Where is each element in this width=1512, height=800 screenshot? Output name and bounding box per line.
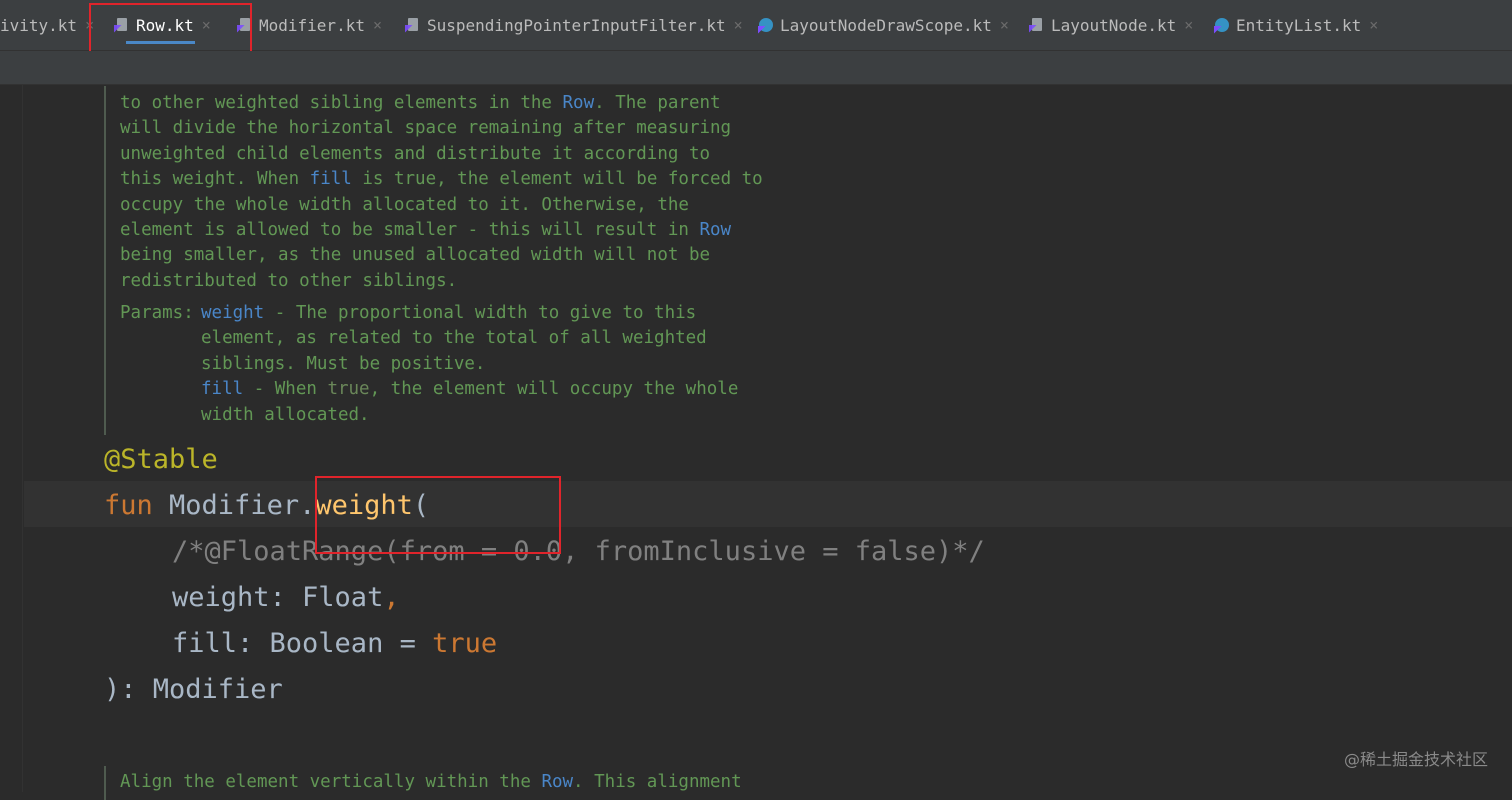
- gutter-divider: [22, 85, 23, 792]
- close-icon[interactable]: ×: [202, 16, 211, 34]
- kotlin-file-icon: [405, 17, 421, 34]
- param-name-fill[interactable]: fill: [201, 379, 243, 399]
- tab-entitylist-kt[interactable]: EntityList.kt ×: [1214, 0, 1378, 50]
- doc-text: Align the element vertically within the: [120, 772, 542, 792]
- receiver-type: Modifier.: [152, 490, 316, 521]
- close-icon[interactable]: ×: [1000, 16, 1009, 34]
- close-icon[interactable]: ×: [85, 16, 94, 34]
- comma: ,: [383, 582, 400, 613]
- block-comment: /*@FloatRange(from = 0.0, fromInclusive …: [172, 536, 985, 567]
- close-icon[interactable]: ×: [1369, 16, 1378, 34]
- doc-text: . The parent: [594, 93, 721, 113]
- code-line-fun-signature[interactable]: fun Modifier.weight(: [104, 483, 429, 529]
- doc-link-row[interactable]: Row: [699, 220, 731, 240]
- doc-text: - The proportional width to give to this: [264, 303, 697, 323]
- doc-link-fill[interactable]: fill: [310, 169, 352, 189]
- tab-label: LayoutNode.kt: [1051, 15, 1177, 35]
- kdoc-align: Align the element vertically within the …: [104, 766, 840, 800]
- doc-text: redistributed to other siblings.: [120, 270, 458, 291]
- return-type: ): Modifier: [104, 674, 283, 705]
- tab-label: Row.kt: [136, 15, 194, 35]
- kotlin-file-icon: [237, 17, 253, 34]
- tab-suspendingpointerinputfilter-kt[interactable]: SuspendingPointerInputFilter.kt ×: [405, 0, 743, 50]
- code-line-annotation[interactable]: @Stable: [104, 437, 218, 483]
- tab-layoutnode-kt[interactable]: LayoutNode.kt ×: [1029, 0, 1193, 50]
- kotlin-class-icon: [1214, 17, 1230, 34]
- tab-ivity-kt[interactable]: ivity.kt ×: [0, 0, 94, 50]
- doc-text: being smaller, as the unused allocated w…: [120, 245, 711, 266]
- param-fill-decl: fill: Boolean =: [172, 628, 433, 659]
- doc-text: occupy the whole width allocated to it. …: [120, 194, 689, 215]
- tab-row-kt[interactable]: Row.kt ×: [114, 0, 211, 50]
- function-name-weight[interactable]: weight: [315, 490, 413, 521]
- kotlin-file-icon: [1029, 17, 1045, 34]
- params-label: Params:: [120, 303, 194, 323]
- doc-text: . This alignment: [573, 772, 742, 792]
- doc-text: siblings. Must be positive.: [201, 353, 486, 374]
- keyword-fun: fun: [104, 490, 153, 521]
- doc-link-row[interactable]: Row: [563, 93, 595, 113]
- tab-label: ivity.kt: [0, 15, 78, 35]
- doc-text: , the element will occupy the whole: [369, 379, 739, 400]
- navigation-strip: [0, 51, 1512, 85]
- param-name-weight[interactable]: weight: [201, 303, 264, 323]
- tab-label: SuspendingPointerInputFilter.kt: [427, 15, 726, 35]
- close-icon[interactable]: ×: [1184, 16, 1193, 34]
- tab-modifier-kt[interactable]: Modifier.kt ×: [237, 0, 382, 50]
- doc-text: will divide the horizontal space remaini…: [120, 118, 732, 139]
- code-line-param-fill[interactable]: fill: Boolean = true: [172, 621, 497, 667]
- keyword-true: true: [432, 628, 498, 659]
- kdoc-params: Params: weight - The proportional width …: [120, 301, 738, 425]
- doc-text: this weight. When: [120, 169, 310, 190]
- param-weight-decl: weight: Float: [172, 582, 384, 613]
- editor-tab-bar: ivity.kt × Row.kt × Modifier.kt × Suspen…: [0, 0, 1512, 51]
- code-line-param-weight[interactable]: weight: Float,: [172, 575, 400, 621]
- tab-label: LayoutNodeDrawScope.kt: [780, 15, 992, 35]
- kotlin-class-icon: [758, 17, 774, 34]
- code-line-comment[interactable]: /*@FloatRange(from = 0.0, fromInclusive …: [172, 529, 985, 575]
- annotation-stable: @Stable: [104, 444, 218, 475]
- doc-text: is true, the element will be forced to: [351, 169, 763, 190]
- tab-layoutnodedrawscope-kt[interactable]: LayoutNodeDrawScope.kt ×: [758, 0, 1009, 50]
- doc-text: element is allowed to be smaller - this …: [120, 220, 700, 241]
- close-icon[interactable]: ×: [734, 16, 743, 34]
- doc-text: unweighted child elements and distribute…: [120, 143, 711, 164]
- doc-text: to other weighted sibling elements in th…: [120, 93, 563, 113]
- tab-label: EntityList.kt: [1236, 15, 1362, 35]
- doc-code: true: [327, 379, 370, 400]
- doc-text: width allocated.: [201, 404, 370, 425]
- tab-label: Modifier.kt: [259, 15, 365, 35]
- close-icon[interactable]: ×: [373, 16, 382, 34]
- doc-link-row[interactable]: Row: [541, 772, 573, 792]
- watermark: @稀土掘金技术社区: [1343, 750, 1488, 769]
- kotlin-file-icon: [114, 17, 130, 34]
- open-paren: (: [412, 490, 430, 521]
- code-line-return-type[interactable]: ): Modifier: [104, 667, 283, 713]
- doc-text: - When: [243, 379, 328, 400]
- doc-text: element, as related to the total of all …: [201, 328, 707, 349]
